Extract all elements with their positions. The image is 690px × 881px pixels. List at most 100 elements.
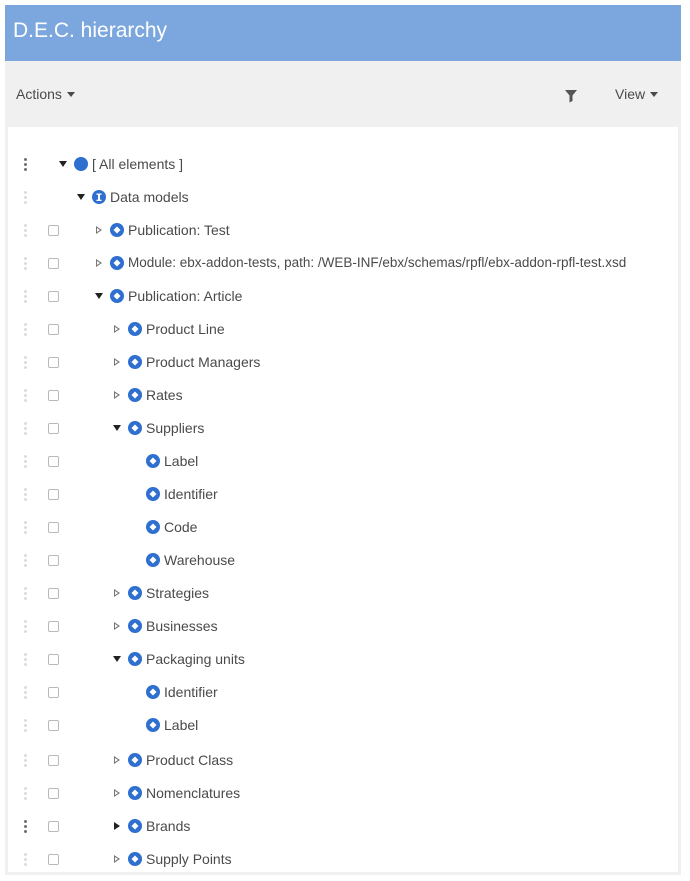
expand-toggle[interactable] xyxy=(112,854,122,864)
row-checkbox[interactable] xyxy=(48,788,59,799)
row-checkbox[interactable] xyxy=(48,357,59,368)
row-checkbox[interactable] xyxy=(48,687,59,698)
row-checkbox[interactable] xyxy=(48,456,59,467)
expand-toggle[interactable] xyxy=(112,357,122,367)
tree-row[interactable]: Rates xyxy=(8,379,678,412)
tree-node-label: Identifier xyxy=(164,486,218,502)
tree-row[interactable]: Product Line xyxy=(8,313,678,346)
row-checkbox[interactable] xyxy=(48,489,59,500)
expand-toggle[interactable] xyxy=(112,821,122,831)
collapse-toggle[interactable] xyxy=(112,423,122,433)
node-icon xyxy=(128,786,142,800)
drag-handle-icon[interactable] xyxy=(24,455,28,471)
node-icon xyxy=(128,322,142,336)
tree-row[interactable]: Suppliers xyxy=(8,412,678,445)
expand-toggle[interactable] xyxy=(112,788,122,798)
row-checkbox[interactable] xyxy=(48,258,59,269)
drag-handle-icon[interactable] xyxy=(24,754,28,770)
row-checkbox[interactable] xyxy=(48,621,59,632)
expand-toggle[interactable] xyxy=(112,588,122,598)
view-menu-button[interactable]: View xyxy=(615,86,659,102)
node-icon xyxy=(110,289,124,303)
tree-node-label: Identifier xyxy=(164,684,218,700)
tree-row[interactable]: Brands xyxy=(8,810,678,843)
node-icon xyxy=(146,487,160,501)
tree-row[interactable]: Publication: Article xyxy=(8,280,678,313)
tree-row[interactable]: Label xyxy=(8,445,678,478)
drag-handle-icon[interactable] xyxy=(24,290,28,306)
tree-row[interactable]: Strategies xyxy=(8,577,678,610)
drag-handle-icon[interactable] xyxy=(24,620,28,636)
collapse-toggle[interactable] xyxy=(94,291,104,301)
row-checkbox[interactable] xyxy=(48,423,59,434)
tree-row[interactable]: Nomenclatures xyxy=(8,777,678,810)
drag-handle-icon[interactable] xyxy=(24,554,28,570)
drag-handle-icon[interactable] xyxy=(24,158,28,174)
row-checkbox[interactable] xyxy=(48,390,59,401)
row-checkbox[interactable] xyxy=(48,654,59,665)
row-checkbox[interactable] xyxy=(48,854,59,865)
node-icon xyxy=(128,819,142,833)
drag-handle-icon[interactable] xyxy=(24,389,28,405)
page-title: D.E.C. hierarchy xyxy=(13,19,168,42)
drag-handle-icon[interactable] xyxy=(24,820,28,836)
drag-handle-icon[interactable] xyxy=(24,191,28,207)
row-checkbox[interactable] xyxy=(48,291,59,302)
drag-handle-icon[interactable] xyxy=(24,488,28,504)
drag-handle-icon[interactable] xyxy=(24,521,28,537)
drag-handle-icon[interactable] xyxy=(24,853,28,869)
row-checkbox[interactable] xyxy=(48,324,59,335)
tree-node-label: Packaging units xyxy=(146,651,245,667)
tree-node-label: Product Managers xyxy=(146,354,261,370)
drag-handle-icon[interactable] xyxy=(24,422,28,438)
tree-row[interactable]: Businesses xyxy=(8,610,678,643)
tree-row[interactable]: Identifier xyxy=(8,676,678,709)
expand-toggle[interactable] xyxy=(94,258,104,268)
circle-icon xyxy=(74,157,88,171)
tree-row[interactable]: Code xyxy=(8,511,678,544)
expand-toggle[interactable] xyxy=(112,390,122,400)
expand-toggle[interactable] xyxy=(112,324,122,334)
tree-row[interactable]: Supply Points xyxy=(8,843,678,876)
panel-header: D.E.C. hierarchy xyxy=(5,5,681,61)
tree-row[interactable]: Label xyxy=(8,709,678,742)
tree-node-label: [ All elements ] xyxy=(92,156,184,172)
expand-toggle[interactable] xyxy=(112,621,122,631)
tree-row[interactable]: Publication: Test xyxy=(8,214,678,247)
tree-row[interactable]: Product Class xyxy=(8,744,678,777)
tree-row[interactable]: Warehouse xyxy=(8,544,678,577)
tree-node-label: Label xyxy=(164,717,199,733)
tree-row[interactable]: [ All elements ] xyxy=(8,148,678,181)
collapse-toggle[interactable] xyxy=(58,159,68,169)
tree-node-label: Module: ebx-addon-tests, path: /WEB-INF/… xyxy=(128,255,627,270)
row-checkbox[interactable] xyxy=(48,821,59,832)
row-checkbox[interactable] xyxy=(48,720,59,731)
drag-handle-icon[interactable] xyxy=(24,356,28,372)
drag-handle-icon[interactable] xyxy=(24,224,28,240)
drag-handle-icon[interactable] xyxy=(24,323,28,339)
row-checkbox[interactable] xyxy=(48,522,59,533)
drag-handle-icon[interactable] xyxy=(24,653,28,669)
drag-handle-icon[interactable] xyxy=(24,686,28,702)
row-checkbox[interactable] xyxy=(48,225,59,236)
tree-row[interactable]: Packaging units xyxy=(8,643,678,676)
row-checkbox[interactable] xyxy=(48,588,59,599)
collapse-toggle[interactable] xyxy=(76,192,86,202)
tree-row[interactable]: Product Managers xyxy=(8,346,678,379)
drag-handle-icon[interactable] xyxy=(24,719,28,735)
tree-row[interactable]: Data models xyxy=(8,181,678,214)
node-icon xyxy=(128,652,142,666)
drag-handle-icon[interactable] xyxy=(24,787,28,803)
drag-handle-icon[interactable] xyxy=(24,257,28,273)
tree-node-label: Supply Points xyxy=(146,851,232,867)
row-checkbox[interactable] xyxy=(48,755,59,766)
collapse-toggle[interactable] xyxy=(112,654,122,664)
filter-icon[interactable] xyxy=(564,89,578,103)
tree-row[interactable]: Identifier xyxy=(8,478,678,511)
drag-handle-icon[interactable] xyxy=(24,587,28,603)
expand-toggle[interactable] xyxy=(94,225,104,235)
expand-toggle[interactable] xyxy=(112,755,122,765)
tree-row[interactable]: Module: ebx-addon-tests, path: /WEB-INF/… xyxy=(8,247,678,280)
row-checkbox[interactable] xyxy=(48,555,59,566)
actions-menu-button[interactable]: Actions xyxy=(16,86,75,102)
